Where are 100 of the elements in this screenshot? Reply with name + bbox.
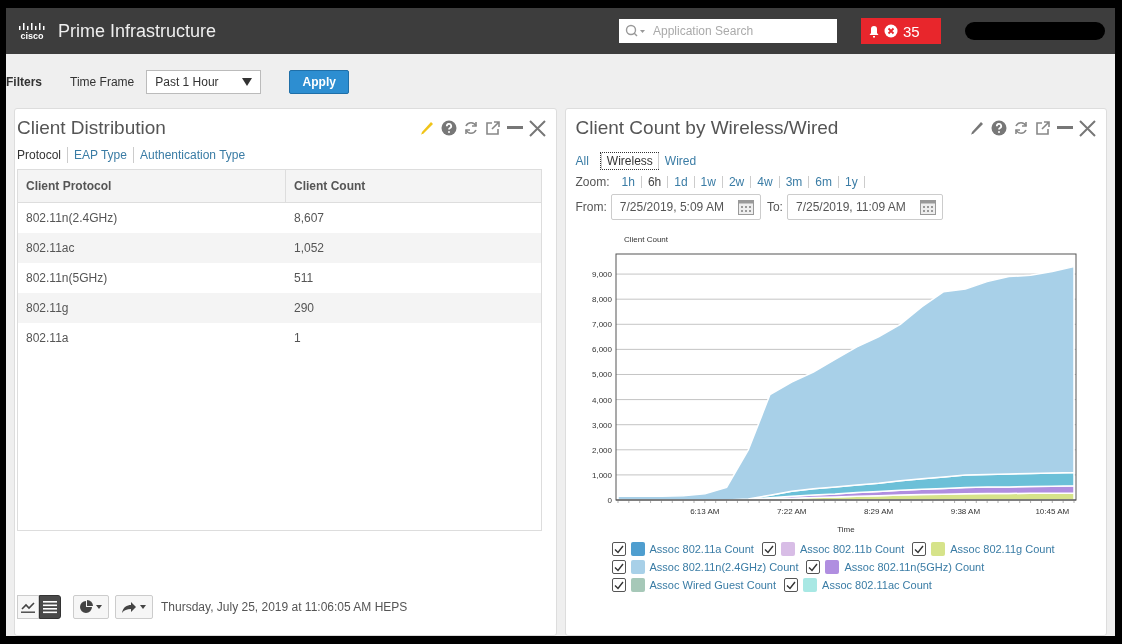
checkbox[interactable]: [912, 542, 927, 556]
check-icon: [763, 544, 774, 554]
date-field[interactable]: 7/25/2019, 11:09 AM: [786, 194, 943, 220]
close-icon[interactable]: [528, 119, 546, 137]
calendar-icon[interactable]: [919, 199, 936, 215]
table-cell-text: 1,052: [293, 241, 326, 255]
legend-label[interactable]: Assoc 802.11n(2.4GHz) Count: [649, 561, 799, 573]
checkbox[interactable]: [761, 542, 776, 556]
check-icon: [613, 562, 624, 572]
legend-label[interactable]: Assoc 802.11n(5GHz) Count: [844, 561, 985, 573]
axis-title: Client Count: [623, 235, 668, 244]
tab[interactable]: EAP Type: [67, 147, 133, 163]
legend-label[interactable]: Assoc 802.11ac Count: [822, 579, 932, 591]
y-tick-label: 3,000: [591, 420, 612, 430]
x-tick-label: 7:22 AM: [776, 507, 806, 516]
caret-icon: [242, 78, 253, 86]
help-icon[interactable]: [440, 120, 457, 136]
table-cell-text: 1: [293, 331, 302, 345]
column-header[interactable]: Client Count: [286, 179, 541, 193]
zoom-option[interactable]: 4w: [750, 176, 779, 188]
close-icon[interactable]: [1079, 119, 1096, 137]
refresh-icon[interactable]: [1013, 120, 1029, 136]
column-header[interactable]: Client Protocol: [18, 170, 286, 202]
zoom-option[interactable]: 1y: [837, 176, 865, 188]
x-tick-label: 10:45 AM: [1034, 507, 1069, 516]
y-tick-label: 4,000: [591, 395, 612, 405]
y-tick-label: 9,000: [591, 270, 612, 280]
x-tick-label: 6:13 AM: [689, 507, 720, 516]
help-icon[interactable]: [991, 120, 1007, 136]
pop-out-icon[interactable]: [1035, 120, 1051, 136]
y-tick-label: 2,000: [591, 445, 612, 455]
table-view-button[interactable]: [39, 595, 61, 619]
table-cell-text: 290: [293, 301, 316, 315]
zoom-option[interactable]: 2w: [721, 176, 751, 188]
check-icon: [808, 562, 819, 572]
legend-label[interactable]: Assoc Wired Guest Count: [649, 579, 777, 591]
x-tick-label: 8:29 AM: [863, 507, 893, 516]
apply-button[interactable]: Apply: [289, 70, 350, 94]
chart-type-button[interactable]: [73, 595, 109, 619]
alarm-badge[interactable]: 35: [861, 18, 941, 44]
zoom-label: Zoom:: [575, 175, 610, 189]
table-cell-text: 8,607: [293, 211, 326, 225]
checkbox[interactable]: [611, 560, 626, 574]
minimize-icon[interactable]: [1057, 126, 1073, 130]
search-field[interactable]: Application Search: [619, 19, 837, 43]
zoom-option[interactable]: 1w: [693, 176, 722, 188]
calendar-icon[interactable]: [737, 199, 754, 215]
checkbox[interactable]: [806, 560, 821, 574]
from-label: From:: [575, 200, 607, 214]
check-icon: [613, 580, 624, 590]
line-chart-icon: [21, 601, 35, 613]
table-cell-text: 511: [293, 271, 315, 285]
chart-view-button[interactable]: [17, 595, 39, 619]
check-icon: [786, 580, 797, 590]
panel-title: Client Distribution: [17, 117, 166, 139]
pie-chart-icon: [79, 600, 103, 614]
list-icon: [43, 600, 57, 614]
checkbox[interactable]: [611, 578, 626, 592]
table-cell-text: 802.11a: [25, 331, 70, 345]
axis-title: Time: [836, 525, 855, 534]
zoom-option[interactable]: 3m: [778, 176, 809, 188]
y-tick-label: 7,000: [591, 320, 612, 330]
date-field[interactable]: 7/25/2019, 5:09 AM: [610, 194, 761, 220]
y-tick-label: 8,000: [591, 295, 612, 305]
checkbox[interactable]: [784, 578, 799, 592]
tab[interactable]: Wireless: [600, 153, 658, 169]
zoom-option[interactable]: 6m: [808, 176, 838, 188]
table-cell-text: 802.11ac: [25, 241, 76, 255]
panel-title: Client Count by Wireless/Wired: [575, 117, 839, 139]
to-label: To:: [766, 200, 783, 214]
tab[interactable]: All: [575, 153, 595, 169]
zoom-option[interactable]: 6h: [640, 176, 668, 188]
filters-label: Filters: [6, 75, 42, 89]
pop-out-icon[interactable]: [484, 120, 501, 136]
legend-label[interactable]: Assoc 802.11a Count: [649, 543, 754, 555]
logo-text: cisco: [20, 31, 44, 41]
legend-label[interactable]: Assoc 802.11b Count: [799, 543, 905, 555]
timestamp: Thursday, July 25, 2019 at 11:06:05 AM HEPS: [161, 600, 408, 614]
time-frame-dropdown[interactable]: Past 1 Hour: [146, 70, 262, 94]
search-icon[interactable]: [625, 24, 647, 38]
product-title: Prime Infrastructure: [58, 20, 217, 42]
table-cell-text: 802.11n(5GHz): [25, 271, 109, 285]
check-icon: [914, 544, 925, 554]
table-cell-text: 802.11n(2.4GHz): [25, 211, 119, 225]
minimize-icon[interactable]: [506, 126, 523, 130]
zoom-option[interactable]: 1h: [615, 176, 641, 188]
share-button[interactable]: [115, 595, 153, 619]
tab[interactable]: Protocol: [17, 147, 68, 163]
legend-label[interactable]: Assoc 802.11g Count: [950, 543, 1055, 555]
tab[interactable]: Authentication Type: [132, 147, 252, 163]
y-tick-label: 6,000: [591, 345, 612, 355]
pencil-icon[interactable]: [969, 120, 985, 136]
zoom-option[interactable]: 1d: [667, 176, 694, 188]
refresh-icon[interactable]: [462, 120, 479, 136]
checkbox[interactable]: [611, 542, 626, 556]
tab[interactable]: Wired: [657, 153, 703, 169]
check-icon: [613, 544, 624, 554]
x-tick-label: 9:38 AM: [950, 507, 980, 516]
table-cell-text: 802.11g: [25, 301, 70, 315]
bell-error-icon: [869, 24, 899, 38]
